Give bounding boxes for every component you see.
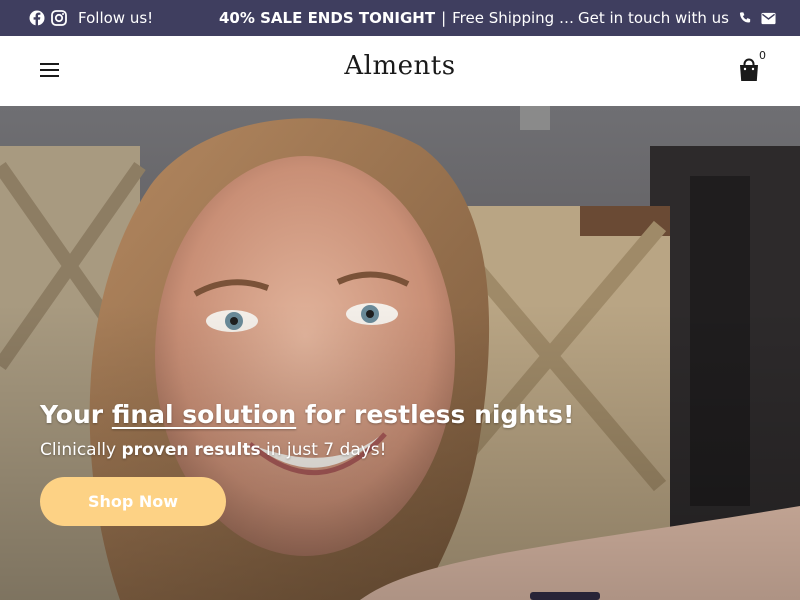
follow-us-text: Follow us! [78, 9, 154, 27]
hero-banner: Your final solution for restless nights!… [0, 106, 800, 600]
instagram-icon[interactable] [51, 10, 67, 26]
promo-rest: Free Shipping Ov... [452, 9, 575, 27]
hero-headline: Your final solution for restless nights! [40, 400, 574, 429]
cart-count: 0 [759, 49, 766, 62]
sub-part-1: Clinically [40, 440, 122, 460]
hero-subheadline: Clinically proven results in just 7 days… [40, 440, 386, 460]
shop-now-button[interactable]: Shop Now [40, 477, 226, 526]
promo-strong: 40% SALE ENDS TONIGHT [219, 9, 436, 27]
facebook-icon[interactable] [29, 10, 45, 26]
mail-icon[interactable] [761, 10, 777, 26]
sub-bold: proven results [121, 440, 261, 460]
sub-part-3: in just 7 days! [260, 440, 387, 460]
promo-separator: | [441, 9, 447, 27]
site-logo[interactable]: Alments [0, 51, 800, 81]
announcement-bar: Follow us! 40% SALE ENDS TONIGHT | Free … [0, 0, 800, 36]
contact-links: Get in touch with us [578, 0, 777, 36]
promo-message: 40% SALE ENDS TONIGHT | Free Shipping Ov… [219, 0, 575, 36]
site-header: Alments 0 [0, 36, 800, 106]
headline-part-1: Your [40, 400, 112, 429]
phone-icon[interactable] [737, 10, 753, 26]
social-links: Follow us! [29, 0, 153, 36]
headline-part-3: for restless nights! [296, 400, 575, 429]
headline-underlined: final solution [111, 400, 297, 429]
contact-text: Get in touch with us [578, 9, 729, 27]
